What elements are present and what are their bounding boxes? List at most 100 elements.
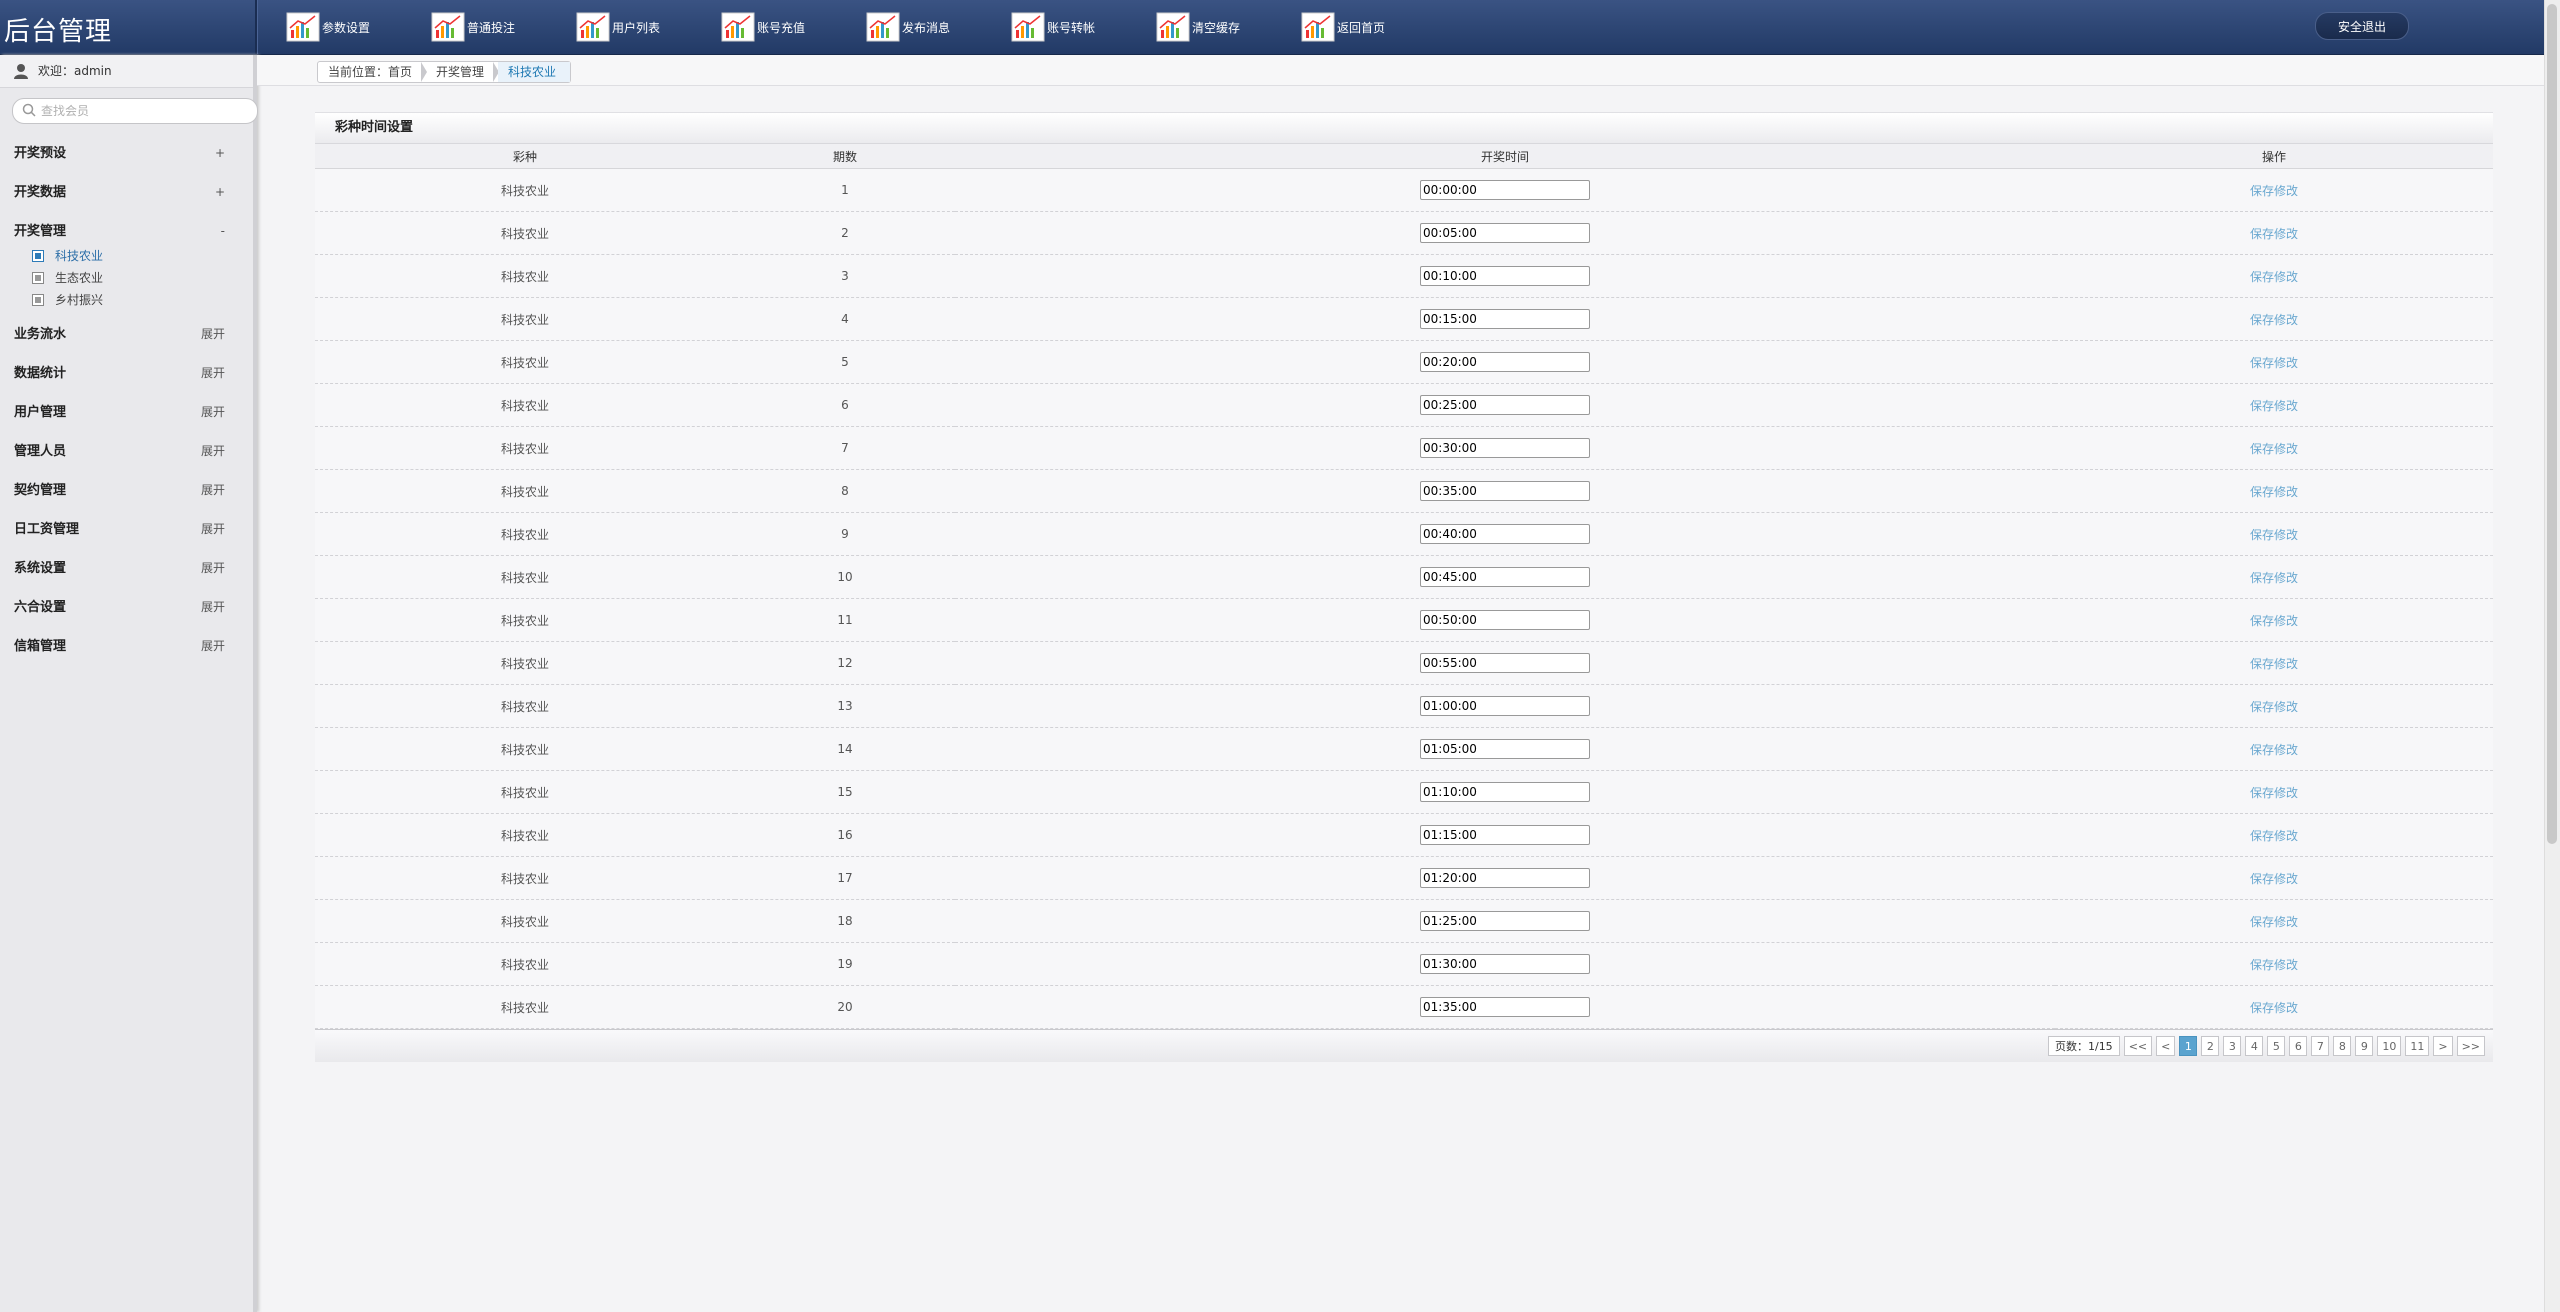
draw-time-input[interactable] — [1420, 223, 1590, 243]
draw-time-input[interactable] — [1420, 180, 1590, 200]
prev-page-button[interactable]: < — [2156, 1036, 2176, 1056]
save-changes-link[interactable]: 保存修改 — [2250, 872, 2298, 886]
table-row: 科技农业2 保存修改 — [315, 211, 2493, 255]
save-changes-link[interactable]: 保存修改 — [2250, 227, 2298, 241]
draw-time-input[interactable] — [1420, 266, 1590, 286]
sidebar-group-11[interactable]: 信箱管理 展开 — [0, 627, 253, 666]
page-button-8[interactable]: 8 — [2333, 1036, 2352, 1056]
sidebar-group-toggle[interactable]: 展开 — [201, 627, 225, 666]
draw-time-input[interactable] — [1420, 825, 1590, 845]
page-button-2[interactable]: 2 — [2201, 1036, 2220, 1056]
page-button-11[interactable]: 11 — [2405, 1036, 2430, 1056]
page-button-5[interactable]: 5 — [2267, 1036, 2286, 1056]
sidebar-group-toggle[interactable]: 展开 — [201, 549, 225, 588]
save-changes-link[interactable]: 保存修改 — [2250, 700, 2298, 714]
breadcrumb-item-1[interactable]: 开奖管理 — [426, 62, 500, 82]
page-button-6[interactable]: 6 — [2289, 1036, 2308, 1056]
sidebar-group-toggle[interactable]: + — [215, 134, 225, 173]
table-row: 科技农业8 保存修改 — [315, 469, 2493, 513]
cell-draw-time — [955, 985, 2055, 1029]
topnav-item-0[interactable]: 参数设置 — [286, 10, 431, 44]
sidebar-subitem-1[interactable]: 生态农业 — [0, 267, 253, 289]
save-changes-link[interactable]: 保存修改 — [2250, 614, 2298, 628]
save-changes-link[interactable]: 保存修改 — [2250, 657, 2298, 671]
draw-time-input[interactable] — [1420, 524, 1590, 544]
page-button-10[interactable]: 10 — [2377, 1036, 2402, 1056]
next-page-button[interactable]: > — [2433, 1036, 2453, 1056]
sidebar-group-toggle[interactable]: 展开 — [201, 588, 225, 627]
save-changes-link[interactable]: 保存修改 — [2250, 915, 2298, 929]
save-changes-link[interactable]: 保存修改 — [2250, 528, 2298, 542]
draw-time-input[interactable] — [1420, 997, 1590, 1017]
save-changes-link[interactable]: 保存修改 — [2250, 958, 2298, 972]
save-changes-link[interactable]: 保存修改 — [2250, 786, 2298, 800]
sidebar-group-10[interactable]: 六合设置 展开 — [0, 588, 253, 627]
save-changes-link[interactable]: 保存修改 — [2250, 399, 2298, 413]
topnav-item-5[interactable]: 账号转帐 — [1011, 10, 1156, 44]
sidebar-subitem-0[interactable]: 科技农业 — [0, 245, 253, 267]
sidebar-group-4[interactable]: 数据统计 展开 — [0, 354, 253, 393]
save-changes-link[interactable]: 保存修改 — [2250, 571, 2298, 585]
draw-time-input[interactable] — [1420, 438, 1590, 458]
save-changes-link[interactable]: 保存修改 — [2250, 313, 2298, 327]
sidebar-group-0[interactable]: 开奖预设 + — [0, 134, 253, 173]
save-changes-link[interactable]: 保存修改 — [2250, 743, 2298, 757]
sidebar-group-5[interactable]: 用户管理 展开 — [0, 393, 253, 432]
draw-time-input[interactable] — [1420, 954, 1590, 974]
draw-time-input[interactable] — [1420, 567, 1590, 587]
save-changes-link[interactable]: 保存修改 — [2250, 1001, 2298, 1015]
sidebar-group-7[interactable]: 契约管理 展开 — [0, 471, 253, 510]
draw-time-input[interactable] — [1420, 653, 1590, 673]
topnav-item-4[interactable]: 发布消息 — [866, 10, 1011, 44]
breadcrumb-item-0[interactable]: 当前位置：首页 — [318, 62, 428, 82]
cell-lottery-type: 科技农业 — [315, 254, 735, 298]
sidebar-group-toggle[interactable]: 展开 — [201, 471, 225, 510]
sidebar-group-3[interactable]: 业务流水 展开 — [0, 315, 253, 354]
save-changes-link[interactable]: 保存修改 — [2250, 485, 2298, 499]
page-scrollbar[interactable] — [2544, 0, 2560, 1312]
sidebar-group-6[interactable]: 管理人员 展开 — [0, 432, 253, 471]
page-button-1[interactable]: 1 — [2179, 1036, 2198, 1056]
save-changes-link[interactable]: 保存修改 — [2250, 829, 2298, 843]
sidebar-group-8[interactable]: 日工资管理 展开 — [0, 510, 253, 549]
save-changes-link[interactable]: 保存修改 — [2250, 442, 2298, 456]
save-changes-link[interactable]: 保存修改 — [2250, 270, 2298, 284]
page-button-4[interactable]: 4 — [2245, 1036, 2264, 1056]
sidebar-group-toggle[interactable]: 展开 — [201, 393, 225, 432]
draw-time-input[interactable] — [1420, 868, 1590, 888]
draw-time-input[interactable] — [1420, 696, 1590, 716]
sidebar-group-toggle[interactable]: 展开 — [201, 510, 225, 549]
draw-time-input[interactable] — [1420, 610, 1590, 630]
sidebar-group-toggle[interactable]: + — [215, 173, 225, 212]
last-page-button[interactable]: >> — [2456, 1036, 2485, 1056]
draw-time-input[interactable] — [1420, 481, 1590, 501]
first-page-button[interactable]: << — [2123, 1036, 2153, 1056]
draw-time-input[interactable] — [1420, 309, 1590, 329]
page-button-9[interactable]: 9 — [2355, 1036, 2374, 1056]
draw-time-input[interactable] — [1420, 739, 1590, 759]
topnav-item-6[interactable]: 清空缓存 — [1156, 10, 1301, 44]
sidebar-group-toggle[interactable]: 展开 — [201, 432, 225, 471]
page-button-3[interactable]: 3 — [2223, 1036, 2242, 1056]
sidebar-group-1[interactable]: 开奖数据 + — [0, 173, 253, 212]
draw-time-input[interactable] — [1420, 782, 1590, 802]
page-button-7[interactable]: 7 — [2311, 1036, 2330, 1056]
sidebar-group-toggle[interactable]: 展开 — [201, 354, 225, 393]
sidebar-group-9[interactable]: 系统设置 展开 — [0, 549, 253, 588]
cell-lottery-type: 科技农业 — [315, 684, 735, 728]
draw-time-input[interactable] — [1420, 395, 1590, 415]
checkbox-icon — [32, 294, 44, 306]
save-changes-link[interactable]: 保存修改 — [2250, 184, 2298, 198]
draw-time-input[interactable] — [1420, 352, 1590, 372]
save-changes-link[interactable]: 保存修改 — [2250, 356, 2298, 370]
sidebar-subitem-2[interactable]: 乡村振兴 — [0, 289, 253, 311]
scrollbar-thumb[interactable] — [2547, 4, 2557, 844]
topnav-item-3[interactable]: 账号充值 — [721, 10, 866, 44]
logout-button[interactable]: 安全退出 — [2315, 12, 2409, 40]
topnav-item-7[interactable]: 返回首页 — [1301, 10, 1446, 44]
sidebar-group-toggle[interactable]: 展开 — [201, 315, 225, 354]
topnav-item-1[interactable]: 普通投注 — [431, 10, 576, 44]
draw-time-input[interactable] — [1420, 911, 1590, 931]
topnav-item-2[interactable]: 用户列表 — [576, 10, 721, 44]
search-input[interactable] — [12, 98, 258, 124]
